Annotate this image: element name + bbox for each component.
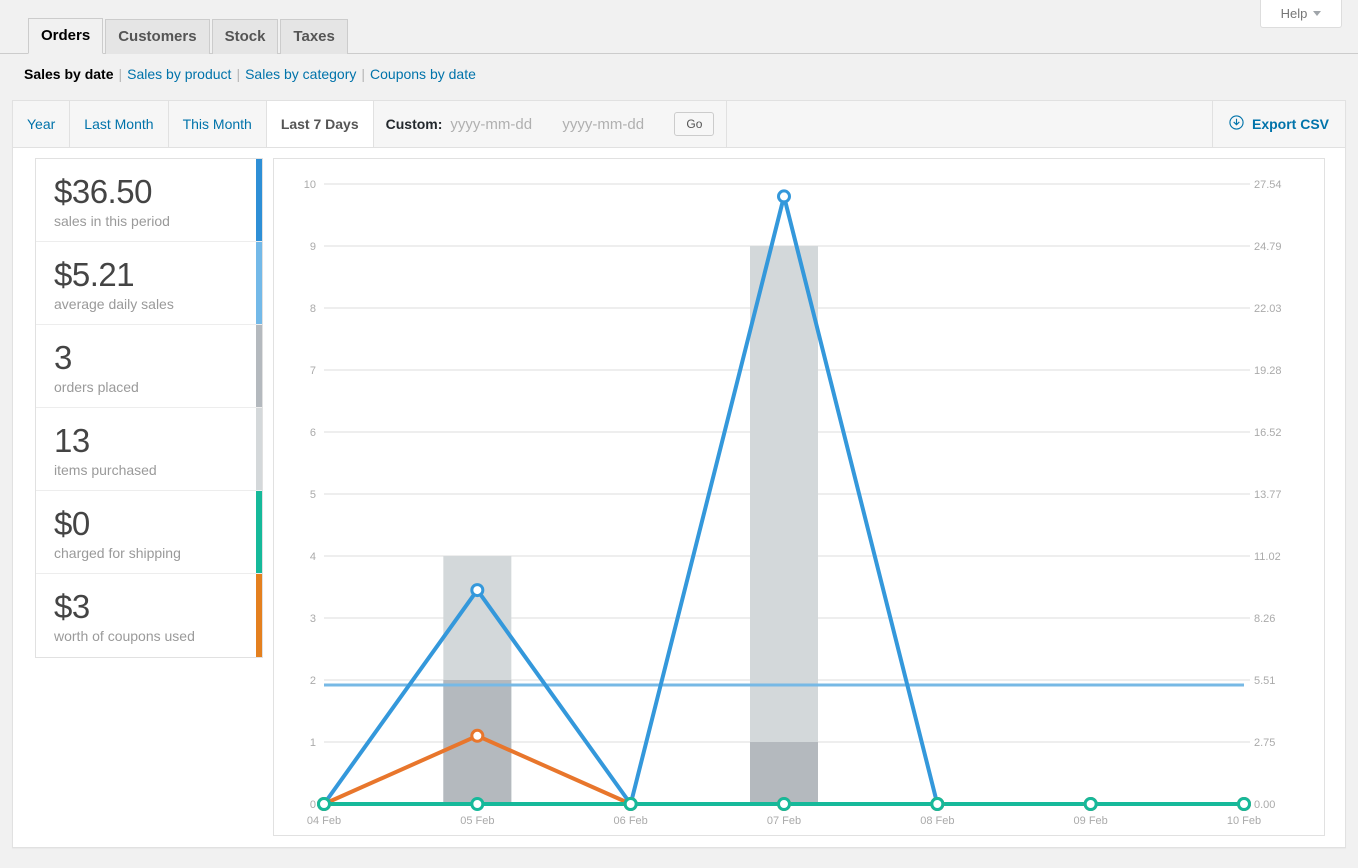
download-circle-icon <box>1229 115 1244 133</box>
custom-from-input[interactable] <box>450 116 554 133</box>
export-csv-button[interactable]: Export CSV <box>1212 101 1345 147</box>
y-axis-tick-right: 16.52 <box>1254 427 1282 439</box>
x-axis-tick: 06 Feb <box>614 815 648 827</box>
stat-label: charged for shipping <box>54 545 244 561</box>
report-tabs: OrdersCustomersStockTaxes <box>0 18 1358 54</box>
data-point[interactable] <box>779 191 790 202</box>
subnav-separator: | <box>119 66 123 82</box>
stat-accent-bar <box>256 325 262 407</box>
subnav-item-coupons-by-date[interactable]: Coupons by date <box>370 66 476 82</box>
data-point[interactable] <box>932 799 943 810</box>
data-point[interactable] <box>1239 799 1250 810</box>
y-axis-tick-left: 5 <box>310 489 316 501</box>
bar-number-of-orders <box>750 742 818 804</box>
range-last-7-days[interactable]: Last 7 Days <box>267 101 374 147</box>
go-button[interactable]: Go <box>674 112 714 136</box>
stat-accent-bar <box>256 408 262 490</box>
y-axis-tick-left: 0 <box>310 799 316 811</box>
y-axis-tick-right: 5.51 <box>1254 675 1275 687</box>
y-axis-tick-left: 9 <box>310 241 316 253</box>
y-axis-tick-right: 0.00 <box>1254 799 1275 811</box>
custom-to-input[interactable] <box>562 116 666 133</box>
stat-accent-bar <box>256 491 262 573</box>
stat-value: 3 <box>54 339 244 377</box>
stat-value: $0 <box>54 505 244 543</box>
data-point[interactable] <box>625 799 636 810</box>
stat-value: $5.21 <box>54 256 244 294</box>
chevron-down-icon <box>1313 11 1321 16</box>
stat-orders-placed[interactable]: 3 orders placed <box>36 325 262 408</box>
report-content: $36.50 sales in this period $5.21 average d… <box>13 148 1345 848</box>
y-axis-tick-right: 8.26 <box>1254 613 1275 625</box>
export-csv-label: Export CSV <box>1252 116 1329 132</box>
x-axis-tick: 08 Feb <box>920 815 954 827</box>
y-axis-tick-left: 6 <box>310 427 316 439</box>
tab-orders[interactable]: Orders <box>28 18 103 54</box>
stat-value: $3 <box>54 588 244 626</box>
data-point[interactable] <box>472 730 483 741</box>
x-axis-tick: 04 Feb <box>307 815 341 827</box>
subnav-separator: | <box>236 66 240 82</box>
stat-accent-bar <box>256 574 262 657</box>
stat-sales-in-this-period[interactable]: $36.50 sales in this period <box>36 159 262 242</box>
y-axis-tick-right: 11.02 <box>1254 551 1281 563</box>
date-range-bar: YearLast MonthThis MonthLast 7 Days Cust… <box>13 101 1345 148</box>
stat-value: 13 <box>54 422 244 460</box>
y-axis-tick-left: 7 <box>310 365 316 377</box>
custom-range-group: Custom: Go <box>374 101 728 147</box>
custom-range-label: Custom: <box>386 116 443 132</box>
subnav: Sales by date|Sales by product|Sales by … <box>24 66 476 82</box>
stat-accent-bar <box>256 242 262 324</box>
data-point[interactable] <box>319 799 330 810</box>
subnav-item-sales-by-category[interactable]: Sales by category <box>245 66 356 82</box>
tab-customers[interactable]: Customers <box>105 19 209 54</box>
stat-label: sales in this period <box>54 213 244 229</box>
stat-items-purchased[interactable]: 13 items purchased <box>36 408 262 491</box>
bar-number-of-items-sold <box>750 246 818 804</box>
y-axis-tick-right: 24.79 <box>1254 241 1282 253</box>
data-point[interactable] <box>779 799 790 810</box>
data-point[interactable] <box>472 799 483 810</box>
y-axis-tick-left: 1 <box>310 737 316 749</box>
y-axis-tick-left: 3 <box>310 613 316 625</box>
stat-label: items purchased <box>54 462 244 478</box>
y-axis-tick-left: 4 <box>310 551 316 563</box>
tab-stock[interactable]: Stock <box>212 19 279 54</box>
stat-charged-for-shipping[interactable]: $0 charged for shipping <box>36 491 262 574</box>
subnav-separator: | <box>361 66 365 82</box>
range-last-month[interactable]: Last Month <box>70 101 168 147</box>
report-page: Help OrdersCustomersStockTaxes Sales by … <box>0 0 1358 868</box>
stat-value: $36.50 <box>54 173 244 211</box>
y-axis-tick-right: 2.75 <box>1254 737 1275 749</box>
y-axis-tick-right: 22.03 <box>1254 303 1282 315</box>
y-axis-tick-left: 2 <box>310 675 316 687</box>
data-point[interactable] <box>1085 799 1096 810</box>
sales-chart: 0 0.00 1 2.75 2 5.51 3 8.26 4 11.02 5 13.77 6 16.52 7 1… <box>273 158 1325 836</box>
stat-accent-bar <box>256 159 262 241</box>
range-this-month[interactable]: This Month <box>169 101 267 147</box>
x-axis-tick: 09 Feb <box>1074 815 1108 827</box>
y-axis-tick-left: 8 <box>310 303 316 315</box>
y-axis-tick-right: 13.77 <box>1254 489 1282 501</box>
stat-average-daily-sales[interactable]: $5.21 average daily sales <box>36 242 262 325</box>
subnav-item-sales-by-date[interactable]: Sales by date <box>24 66 114 82</box>
tab-taxes[interactable]: Taxes <box>280 19 347 54</box>
x-axis-tick: 05 Feb <box>460 815 494 827</box>
y-axis-tick-left: 10 <box>304 179 316 191</box>
stat-label: average daily sales <box>54 296 244 312</box>
report-panel: YearLast MonthThis MonthLast 7 Days Cust… <box>12 100 1346 848</box>
stat-label: worth of coupons used <box>54 628 244 644</box>
subnav-item-sales-by-product[interactable]: Sales by product <box>127 66 231 82</box>
y-axis-tick-right: 19.28 <box>1254 365 1282 377</box>
x-axis-tick: 07 Feb <box>767 815 801 827</box>
y-axis-tick-right: 27.54 <box>1254 179 1282 191</box>
summary-stats: $36.50 sales in this period $5.21 average d… <box>35 158 263 658</box>
stat-label: orders placed <box>54 379 244 395</box>
stat-worth-of-coupons-used[interactable]: $3 worth of coupons used <box>36 574 262 657</box>
data-point[interactable] <box>472 585 483 596</box>
rangebar-spacer <box>727 101 1212 147</box>
x-axis-tick: 10 Feb <box>1227 815 1261 827</box>
range-year[interactable]: Year <box>13 101 70 147</box>
